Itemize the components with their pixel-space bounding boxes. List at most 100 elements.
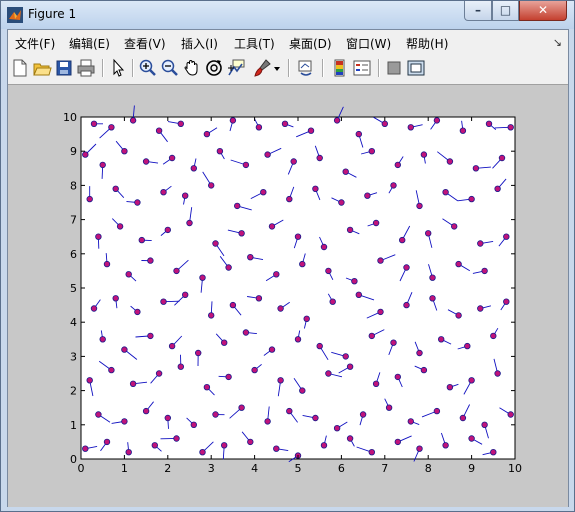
data-cursor-icon[interactable] — [226, 58, 246, 78]
save-icon[interactable] — [54, 58, 74, 78]
data-point — [238, 404, 245, 411]
data-point — [207, 312, 215, 319]
pointer-icon[interactable] — [108, 58, 128, 78]
data-point — [333, 117, 341, 124]
data-point — [377, 257, 384, 264]
zoom-out-icon[interactable] — [160, 58, 180, 78]
data-point — [181, 192, 189, 199]
menu-window[interactable]: 窗口(W) — [346, 35, 391, 52]
data-point — [82, 151, 89, 158]
axes-box — [80, 116, 516, 460]
data-point — [485, 120, 493, 127]
figure-canvas[interactable]: 0 1 2 3 4 5 6 7 8 9 10 0 1 2 3 4 5 6 7 8 9 10 — [8, 85, 568, 507]
scatter-plot[interactable]: 0 1 2 3 4 5 6 7 8 9 10 0 1 2 3 4 5 6 7 8 9 10 — [8, 85, 568, 507]
data-point — [268, 346, 276, 353]
open-file-icon[interactable] — [32, 58, 52, 78]
data-point — [138, 236, 145, 244]
data-point — [390, 182, 397, 189]
toolbar-separator — [288, 59, 290, 77]
data-point — [168, 154, 176, 162]
menu-file[interactable]: 文件(F) — [15, 35, 55, 52]
data-point — [112, 295, 119, 302]
close-button[interactable]: ✕ — [519, 1, 567, 21]
data-point — [507, 411, 514, 418]
legend-icon[interactable] — [352, 58, 372, 78]
data-point — [203, 384, 211, 391]
data-point — [451, 223, 458, 230]
axes-background — [80, 116, 516, 460]
data-point — [416, 349, 423, 357]
data-point — [468, 195, 475, 203]
data-point — [112, 185, 119, 192]
data-point — [316, 342, 323, 350]
data-point — [251, 366, 258, 374]
brush-icon[interactable] — [252, 58, 272, 78]
data-point — [503, 233, 510, 240]
data-point — [247, 438, 254, 446]
data-point — [164, 414, 171, 422]
x-tick-label: 8 — [425, 462, 432, 475]
menu-view[interactable]: 查看(V) — [124, 35, 166, 52]
data-point — [173, 267, 180, 275]
data-point — [95, 233, 102, 240]
data-point — [121, 346, 128, 353]
menu-tools[interactable]: 工具(T) — [234, 35, 275, 52]
figure-client: 文件(F) 编辑(E) 查看(V) 插入(I) 工具(T) 桌面(D) 窗口(W… — [7, 29, 569, 507]
data-point — [351, 277, 358, 285]
data-point — [307, 127, 315, 134]
data-point — [216, 147, 224, 155]
dock-arrow-icon[interactable]: ↘ — [553, 36, 562, 49]
data-point — [438, 336, 445, 343]
data-point — [99, 336, 106, 343]
data-point — [333, 425, 341, 432]
show-plot-tools-icon[interactable] — [406, 58, 426, 78]
data-point — [207, 182, 215, 189]
link-plot-icon[interactable] — [296, 58, 316, 78]
rotate-3d-icon[interactable] — [204, 58, 224, 78]
data-point — [177, 120, 184, 127]
new-figure-icon[interactable] — [10, 58, 30, 78]
data-point — [220, 339, 228, 346]
data-point — [294, 336, 302, 343]
x-tick-label: 10 — [508, 462, 522, 475]
data-point — [194, 349, 202, 357]
data-point — [225, 264, 232, 271]
maximize-button[interactable]: □ — [492, 1, 519, 21]
y-tick-label: 1 — [70, 419, 77, 432]
x-tick-label: 0 — [78, 462, 85, 475]
menu-insert[interactable]: 插入(I) — [181, 35, 218, 52]
data-point — [147, 257, 154, 264]
data-point — [346, 363, 354, 370]
data-point — [290, 158, 297, 165]
zoom-in-icon[interactable] — [138, 58, 158, 78]
data-point — [416, 202, 423, 210]
x-tick-label: 1 — [121, 462, 128, 475]
brush-dropdown-icon[interactable] — [272, 58, 282, 78]
menu-bar: 文件(F) 编辑(E) 查看(V) 插入(I) 工具(T) 桌面(D) 窗口(W… — [8, 30, 568, 54]
y-tick-label: 3 — [70, 350, 77, 363]
data-point — [95, 411, 102, 418]
menu-desktop[interactable]: 桌面(D) — [289, 35, 332, 52]
menu-help[interactable]: 帮助(H) — [406, 35, 448, 52]
pan-hand-icon[interactable] — [182, 58, 202, 78]
figure-toolbar — [8, 54, 568, 85]
colorbar-icon[interactable] — [330, 58, 350, 78]
y-tick-label: 4 — [70, 316, 77, 329]
data-point — [129, 380, 137, 387]
menu-edit[interactable]: 编辑(E) — [69, 35, 110, 52]
minimize-button[interactable]: – — [464, 1, 492, 21]
data-point — [90, 120, 98, 127]
data-point — [168, 342, 176, 350]
data-point — [346, 226, 354, 234]
hide-plot-tools-icon[interactable] — [384, 58, 404, 78]
x-tick-label: 5 — [295, 462, 302, 475]
x-tick-label: 3 — [208, 462, 215, 475]
data-point — [273, 271, 280, 278]
data-point — [264, 418, 271, 425]
data-point — [390, 339, 397, 346]
title-bar[interactable]: Figure 1 – □ ✕ — [1, 1, 574, 29]
print-icon[interactable] — [76, 58, 96, 78]
data-point — [312, 414, 319, 422]
data-point — [173, 435, 180, 442]
data-point — [199, 274, 206, 281]
